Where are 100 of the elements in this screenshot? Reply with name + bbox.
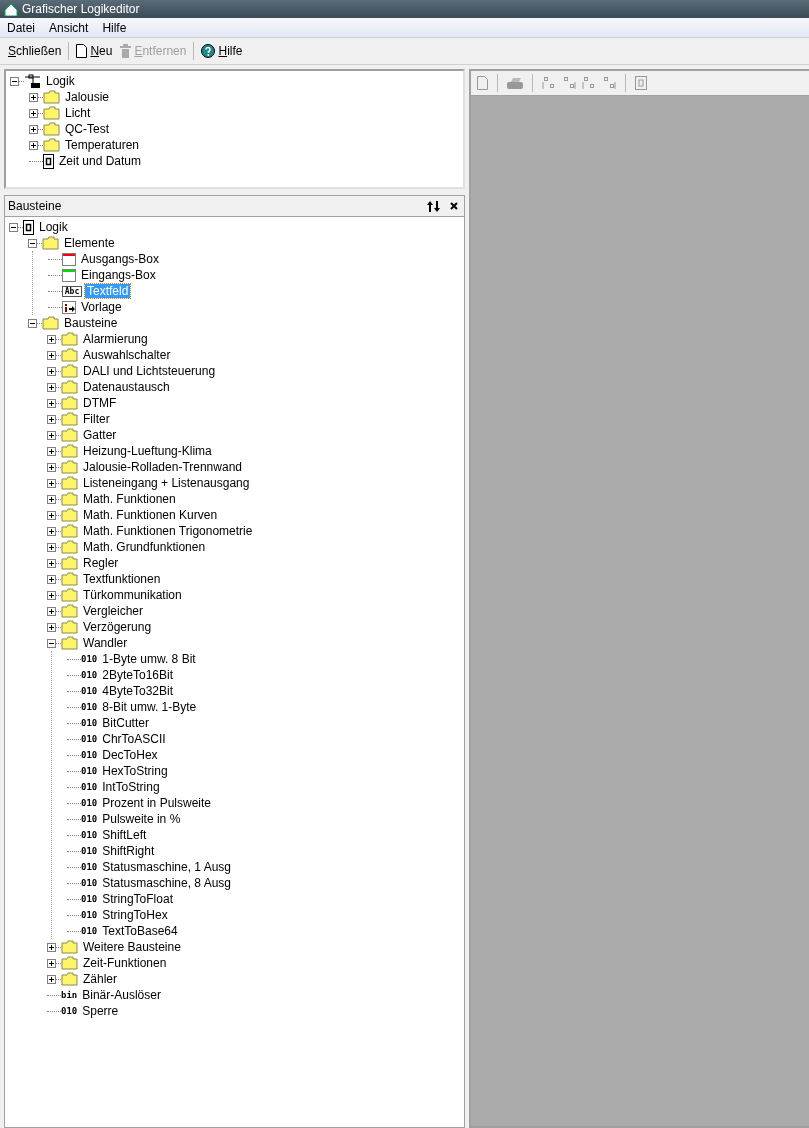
tree-item[interactable]: IntToString xyxy=(100,780,162,794)
expand-icon[interactable] xyxy=(47,398,56,408)
tree-item[interactable]: ChrToASCII xyxy=(100,732,168,746)
expand-icon[interactable] xyxy=(47,942,56,952)
tree-item[interactable]: Statusmaschine, 8 Ausg xyxy=(100,876,233,890)
expand-icon[interactable] xyxy=(47,382,56,392)
expand-icon[interactable] xyxy=(29,92,38,102)
block-type-icon: 010 xyxy=(81,846,98,856)
tree-item[interactable]: DecToHex xyxy=(100,748,160,762)
tree-item[interactable]: StringToFloat xyxy=(100,892,175,906)
tree-item[interactable]: QC-Test xyxy=(63,122,111,136)
tree-item[interactable]: Ausgangs-Box xyxy=(79,252,162,266)
tree-item[interactable]: Jalousie xyxy=(63,90,112,104)
tree-item[interactable]: Alarmierung xyxy=(81,332,150,346)
tree-item[interactable]: Math. Grundfunktionen xyxy=(81,540,208,554)
expand-icon[interactable] xyxy=(47,510,56,520)
tree-item[interactable]: 1-Byte umw. 8 Bit xyxy=(100,652,198,666)
collapse-icon[interactable] xyxy=(28,238,37,248)
tree-item[interactable]: Math. Funktionen xyxy=(81,492,178,506)
tree-item[interactable]: 4ByteTo32Bit xyxy=(100,684,175,698)
tree-item[interactable]: Temperaturen xyxy=(63,138,142,152)
tree-item[interactable]: Textfunktionen xyxy=(81,572,163,586)
tree-item[interactable]: Logik xyxy=(37,220,70,234)
menu-item[interactable]: Ansicht xyxy=(42,20,96,35)
tree-item[interactable]: Türkommunikation xyxy=(81,588,184,602)
expand-icon[interactable] xyxy=(47,574,56,584)
block-type-icon: 010 xyxy=(81,766,98,776)
toolbar-button[interactable]: Hilfe xyxy=(197,42,247,60)
tree-item[interactable]: Vergleicher xyxy=(81,604,146,618)
tree-item[interactable]: 2ByteTo16Bit xyxy=(100,668,175,682)
tree-item[interactable]: Binär-Auslöser xyxy=(80,988,163,1002)
tree-item[interactable]: ShiftRight xyxy=(100,844,157,858)
expand-icon[interactable] xyxy=(47,590,56,600)
tree-item[interactable]: Math. Funktionen Kurven xyxy=(81,508,220,522)
collapse-icon[interactable] xyxy=(9,222,18,232)
tree-item[interactable]: Zeit und Datum xyxy=(57,154,144,168)
block-type-icon: 010 xyxy=(81,782,98,792)
tree-item[interactable]: Regler xyxy=(81,556,121,570)
expand-icon[interactable] xyxy=(47,430,56,440)
expand-icon[interactable] xyxy=(47,958,56,968)
expand-icon[interactable] xyxy=(47,558,56,568)
expand-icon[interactable] xyxy=(47,606,56,616)
tree-item[interactable]: ShiftLeft xyxy=(100,828,149,842)
collapse-icon[interactable] xyxy=(47,638,56,648)
tree-item[interactable]: HexToString xyxy=(100,764,170,778)
tree-item[interactable]: Prozent in Pulsweite xyxy=(100,796,213,810)
expand-icon[interactable] xyxy=(47,414,56,424)
toolbar-button[interactable]: Neu xyxy=(72,42,117,60)
tree-item[interactable]: Bausteine xyxy=(62,316,120,330)
tree-item[interactable]: Datenaustausch xyxy=(81,380,172,394)
tree-item[interactable]: BitCutter xyxy=(100,716,151,730)
tree-item[interactable]: Elemente xyxy=(62,236,117,250)
tree-item[interactable]: Vorlage xyxy=(79,300,124,314)
tree-item[interactable]: Math. Funktionen Trigonometrie xyxy=(81,524,255,538)
tree-item[interactable]: Heizung-Lueftung-Klima xyxy=(81,444,214,458)
expand-icon[interactable] xyxy=(47,622,56,632)
menu-item[interactable]: Hilfe xyxy=(95,20,134,35)
expand-icon[interactable] xyxy=(47,542,56,552)
expand-icon[interactable] xyxy=(47,974,56,984)
tree-item[interactable]: DTMF xyxy=(81,396,119,410)
expand-icon[interactable] xyxy=(47,334,56,344)
tree-item[interactable]: StringToHex xyxy=(100,908,170,922)
block-type-icon: 010 xyxy=(81,814,98,824)
tree-item[interactable]: Eingangs-Box xyxy=(79,268,158,282)
expand-icon[interactable] xyxy=(47,478,56,488)
block-type-icon: 010 xyxy=(81,670,98,680)
tree-item[interactable]: Pulsweite in % xyxy=(100,812,183,826)
collapse-icon[interactable] xyxy=(10,76,19,86)
toolbar-button[interactable]: Schließen xyxy=(4,42,66,60)
tree-item[interactable]: Filter xyxy=(81,412,112,426)
expand-icon[interactable] xyxy=(47,526,56,536)
tree-item[interactable]: Wandler xyxy=(81,636,130,650)
expand-icon[interactable] xyxy=(29,108,38,118)
tree-item[interactable]: Logik xyxy=(44,74,77,88)
tree-item[interactable]: Zeit-Funktionen xyxy=(81,956,169,970)
tree-item[interactable]: Statusmaschine, 1 Ausg xyxy=(100,860,233,874)
tree-item[interactable]: Zähler xyxy=(81,972,119,986)
tree-item[interactable]: 8-Bit umw. 1-Byte xyxy=(100,700,199,714)
tree-item[interactable]: Auswahlschalter xyxy=(81,348,173,362)
expand-icon[interactable] xyxy=(47,494,56,504)
menu-item[interactable]: Datei xyxy=(0,20,42,35)
tree-item[interactable]: Jalousie-Rolladen-Trennwand xyxy=(81,460,244,474)
expand-icon[interactable] xyxy=(29,124,38,134)
tree-item[interactable]: Licht xyxy=(63,106,93,120)
tree-item[interactable]: Gatter xyxy=(81,428,119,442)
tree-item[interactable]: TextToBase64 xyxy=(100,924,180,938)
expand-icon[interactable] xyxy=(29,140,38,150)
close-icon[interactable] xyxy=(450,202,458,210)
tree-item[interactable]: Weitere Bausteine xyxy=(81,940,183,954)
tree-item[interactable]: Sperre xyxy=(80,1004,121,1018)
expand-icon[interactable] xyxy=(47,366,56,376)
tree-item[interactable]: DALI und Lichtsteuerung xyxy=(81,364,218,378)
tree-item[interactable]: Listeneingang + Listenausgang xyxy=(81,476,252,490)
collapse-icon[interactable] xyxy=(28,318,37,328)
tree-item[interactable]: Verzögerung xyxy=(81,620,154,634)
expand-icon[interactable] xyxy=(47,462,56,472)
sort-arrows-icon[interactable] xyxy=(427,200,440,212)
expand-icon[interactable] xyxy=(47,350,56,360)
expand-icon[interactable] xyxy=(47,446,56,456)
panel-title: Bausteine xyxy=(8,199,62,213)
